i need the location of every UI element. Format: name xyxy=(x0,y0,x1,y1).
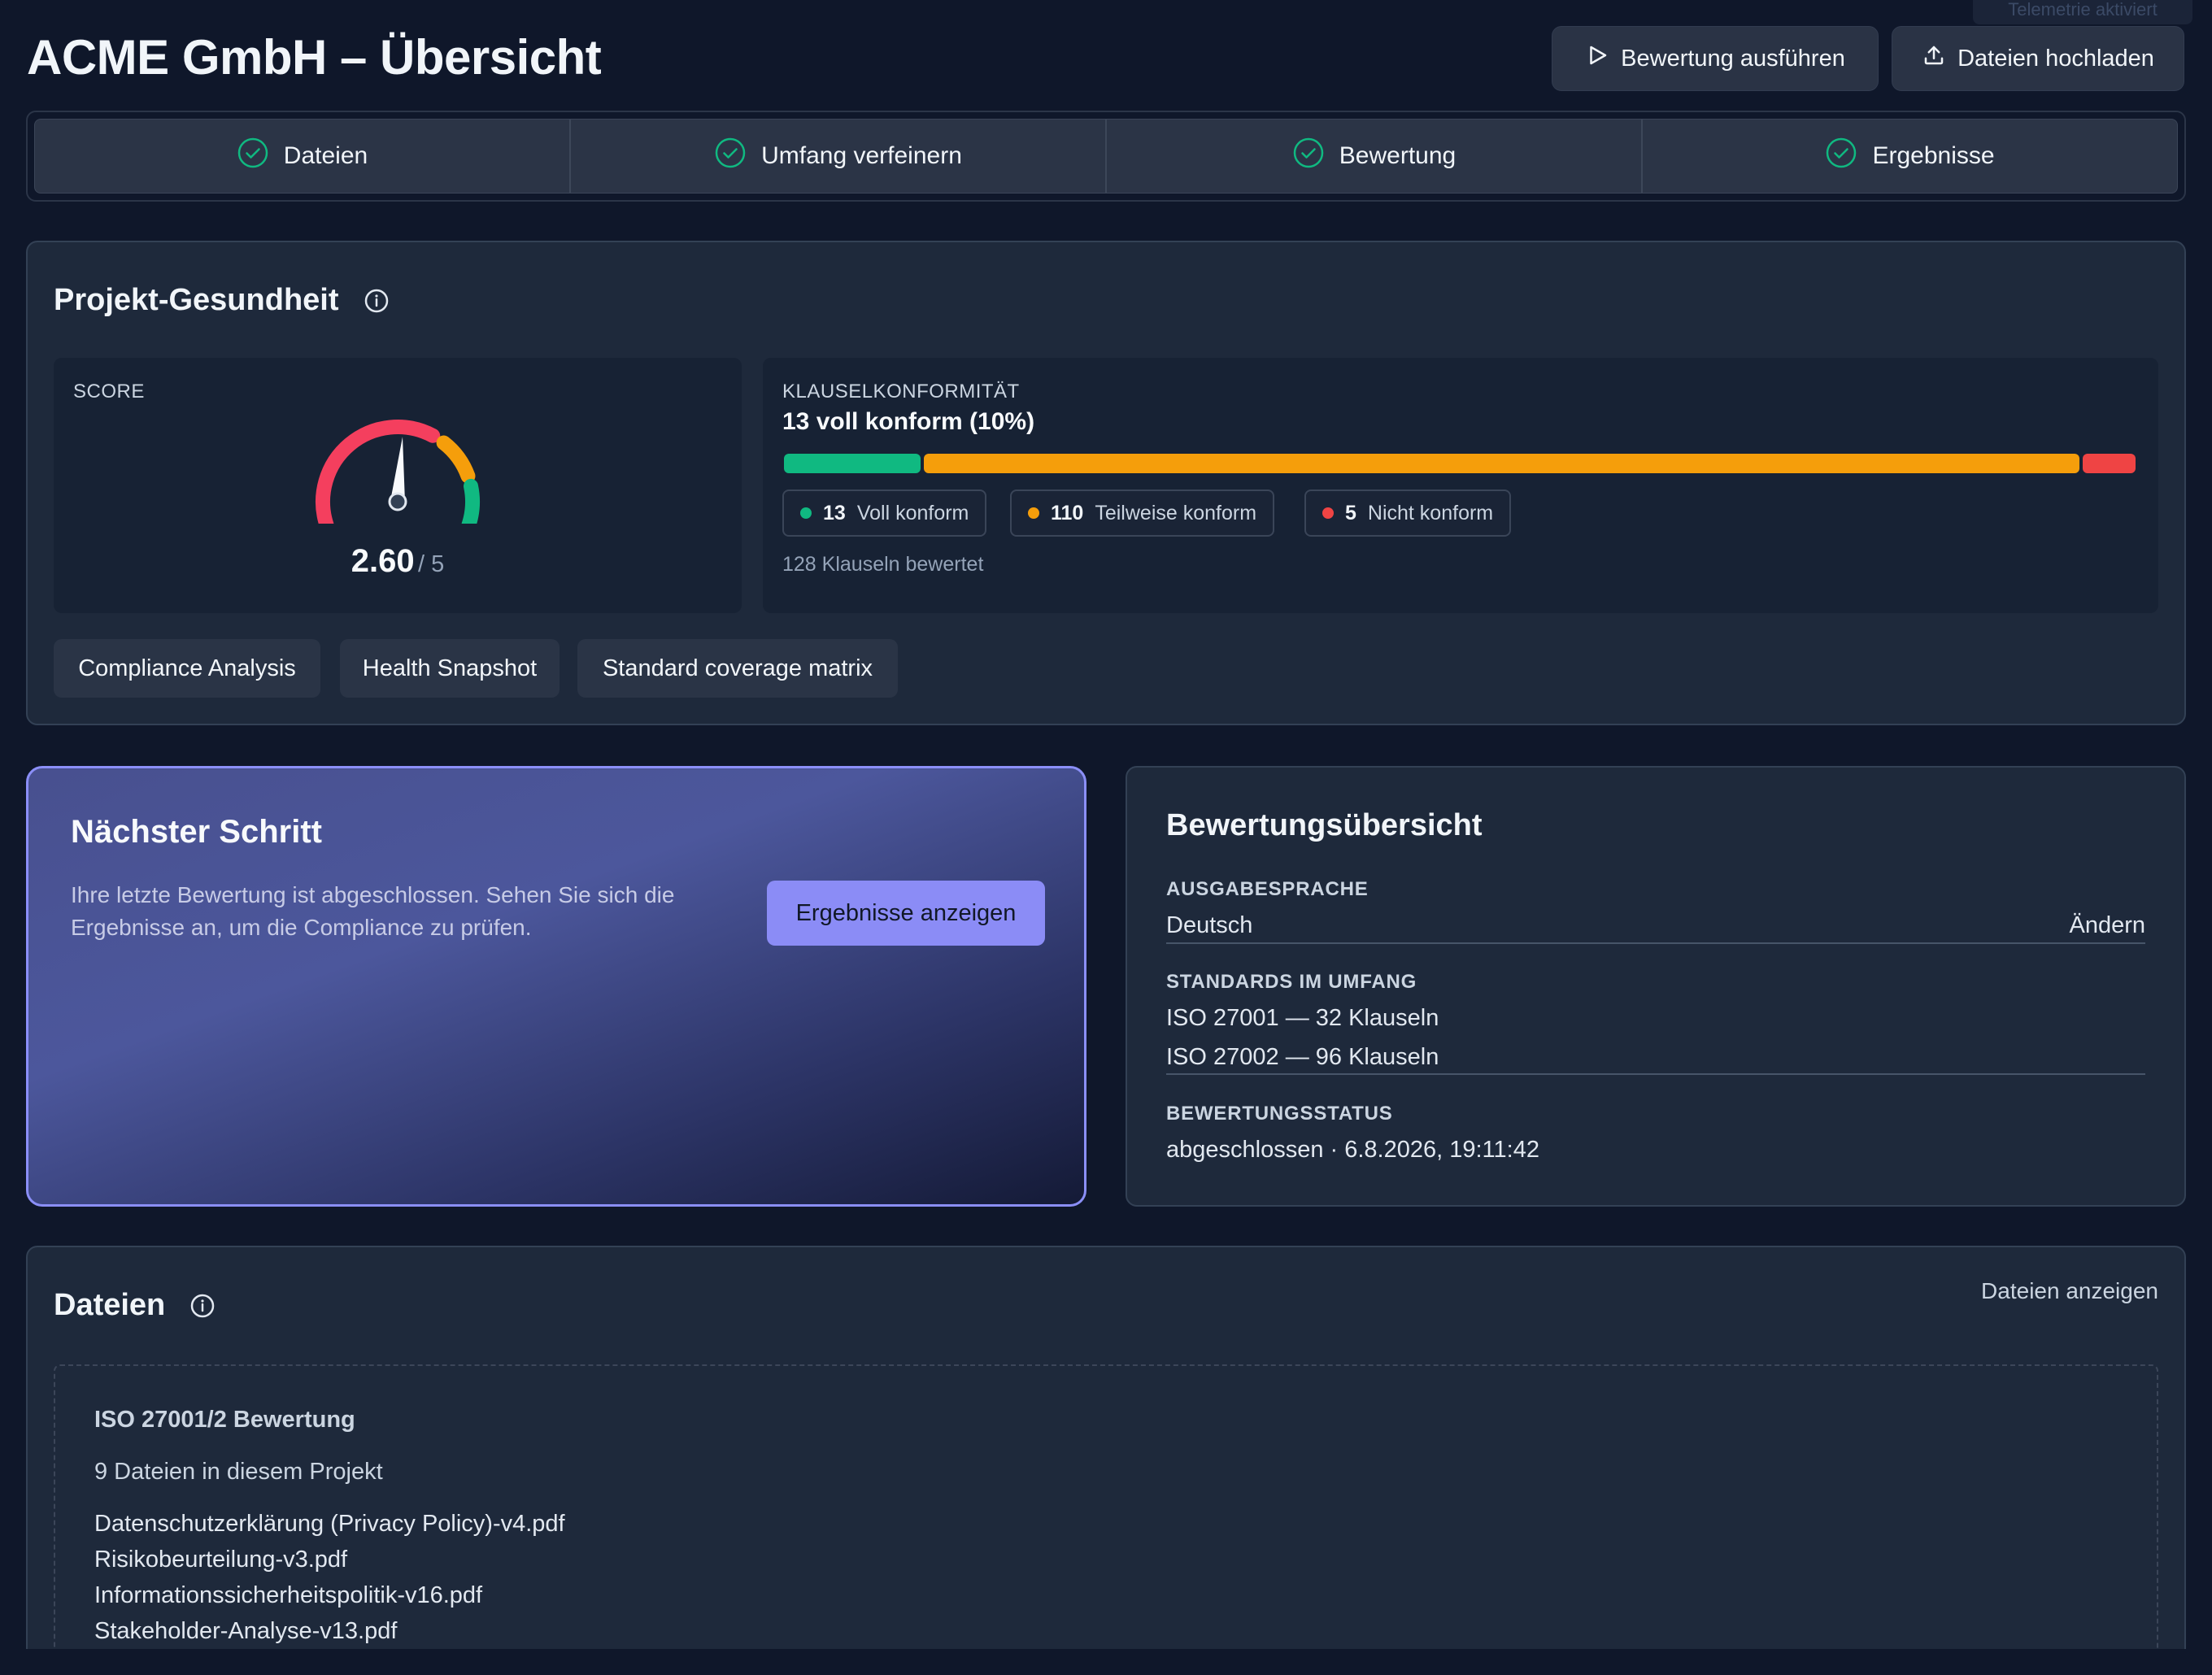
step-label: Umfang verfeinern xyxy=(761,142,962,169)
run-assessment-button[interactable]: Bewertung ausführen xyxy=(1552,26,1879,91)
step-label: Dateien xyxy=(283,142,368,169)
files-title: Dateien xyxy=(54,1288,166,1322)
score-readout: 2.60 / 5 xyxy=(54,543,742,580)
check-circle-icon xyxy=(1825,137,1857,176)
files-heading: Dateien xyxy=(54,1288,216,1323)
show-results-button[interactable]: Ergebnisse anzeigen xyxy=(767,881,1045,946)
step-label: Bewertung xyxy=(1339,142,1457,169)
gauge-arc-green xyxy=(461,478,480,524)
pill-label: Teilweise konform xyxy=(1095,501,1257,524)
project-health-heading: Projekt-Gesundheit xyxy=(54,283,390,318)
language-value: Deutsch xyxy=(1166,912,1253,938)
clauses-total: 128 Klauseln bewertet xyxy=(782,553,984,576)
pill-nicht-konform[interactable]: 5 Nicht konform xyxy=(1304,489,1512,537)
telemetry-tag: Telemetrie aktiviert xyxy=(1973,0,2192,24)
divider xyxy=(1166,942,2145,944)
file-item[interactable]: Informationssicherheitspolitik-v16.pdf xyxy=(94,1582,482,1609)
info-icon[interactable] xyxy=(364,288,390,314)
score-value: 2.60 xyxy=(351,543,415,579)
score-max: / 5 xyxy=(418,551,445,577)
check-circle-icon xyxy=(714,137,747,176)
status-dot xyxy=(800,507,812,519)
run-assessment-label: Bewertung ausführen xyxy=(1621,45,1845,72)
page: Telemetrie aktiviert ACME GmbH – Übersic… xyxy=(0,0,2212,1675)
page-title: ACME GmbH – Übersicht xyxy=(27,30,602,85)
next-step-card: Nächster Schritt Ihre letzte Bewertung i… xyxy=(26,766,1086,1207)
viewport-bottom-edge xyxy=(0,1649,2212,1675)
file-item[interactable]: Stakeholder-Analyse-v13.pdf xyxy=(94,1618,397,1645)
pill-count: 110 xyxy=(1051,501,1084,524)
health-snapshot-button[interactable]: Health Snapshot xyxy=(340,639,560,698)
language-label: AUSGABESPRACHE xyxy=(1166,878,1369,900)
files-count: 9 Dateien in diesem Projekt xyxy=(94,1459,383,1485)
view-files-link[interactable]: Dateien anzeigen xyxy=(1981,1278,2158,1304)
standard-item: ISO 27002 — 96 Klauseln xyxy=(1166,1044,1439,1070)
play-icon xyxy=(1585,43,1609,74)
gauge-arc-red xyxy=(316,420,441,524)
info-icon[interactable] xyxy=(189,1293,216,1319)
next-step-text: Ihre letzte Bewertung ist abgeschlossen.… xyxy=(71,882,675,940)
file-item[interactable]: Risikobeurteilung-v3.pdf xyxy=(94,1547,347,1573)
divider xyxy=(1166,1073,2145,1075)
conformity-bar-none xyxy=(2083,454,2136,473)
pill-count: 5 xyxy=(1345,501,1356,524)
step-ergebnisse[interactable]: Ergebnisse xyxy=(1643,120,2177,193)
step-dateien[interactable]: Dateien xyxy=(35,120,571,193)
compliance-analysis-button[interactable]: Compliance Analysis xyxy=(54,639,320,698)
gauge-arc-orange xyxy=(436,435,476,484)
pill-label: Nicht konform xyxy=(1367,501,1494,524)
pill-count: 13 xyxy=(823,501,846,524)
step-bewertung[interactable]: Bewertung xyxy=(1107,120,1643,193)
conformity-bar xyxy=(784,454,2136,473)
file-item[interactable]: Datenschutzerklärung (Privacy Policy)-v4… xyxy=(94,1511,565,1538)
standards-label: STANDARDS IM UMFANG xyxy=(1166,971,1417,993)
check-circle-icon xyxy=(237,137,269,176)
status-dot xyxy=(1028,507,1039,519)
standard-item: ISO 27001 — 32 Klauseln xyxy=(1166,1005,1439,1031)
change-language-link[interactable]: Ändern xyxy=(2069,912,2145,939)
score-label: SCORE xyxy=(73,381,145,402)
pill-teilweise-konform[interactable]: 110 Teilweise konform xyxy=(1010,489,1275,537)
status-value: abgeschlossen · 6.8.2026, 19:11:42 xyxy=(1166,1137,1539,1163)
pill-voll-konform[interactable]: 13 Voll konform xyxy=(782,489,987,537)
conformity-label: KLAUSELKONFORMITÄT xyxy=(782,381,1020,402)
check-circle-icon xyxy=(1292,137,1325,176)
step-umfang-verfeinern[interactable]: Umfang verfeinern xyxy=(571,120,1107,193)
score-gauge xyxy=(316,420,480,524)
gauge-hub xyxy=(388,492,407,511)
project-name: ISO 27001/2 Bewertung xyxy=(94,1407,355,1433)
conformity-bar-full xyxy=(784,454,921,473)
pill-label: Voll konform xyxy=(856,501,969,524)
step-label: Ergebnisse xyxy=(1872,142,1995,169)
next-step-title: Nächster Schritt xyxy=(71,814,322,850)
status-label: BEWERTUNGSSTATUS xyxy=(1166,1103,1393,1125)
upload-files-label: Dateien hochladen xyxy=(1957,45,2154,72)
stepper: Dateien Umfang verfeinern Bewertung Erge… xyxy=(34,119,2178,194)
project-health-title: Projekt-Gesundheit xyxy=(54,283,339,317)
conformity-summary: 13 voll konform (10%) xyxy=(782,408,1035,435)
overview-title: Bewertungsübersicht xyxy=(1166,808,1483,842)
coverage-matrix-button[interactable]: Standard coverage matrix xyxy=(577,639,898,698)
upload-files-button[interactable]: Dateien hochladen xyxy=(1892,26,2184,91)
conformity-bar-partial xyxy=(923,454,2080,473)
upload-icon xyxy=(1922,43,1946,74)
status-dot xyxy=(1322,507,1334,519)
